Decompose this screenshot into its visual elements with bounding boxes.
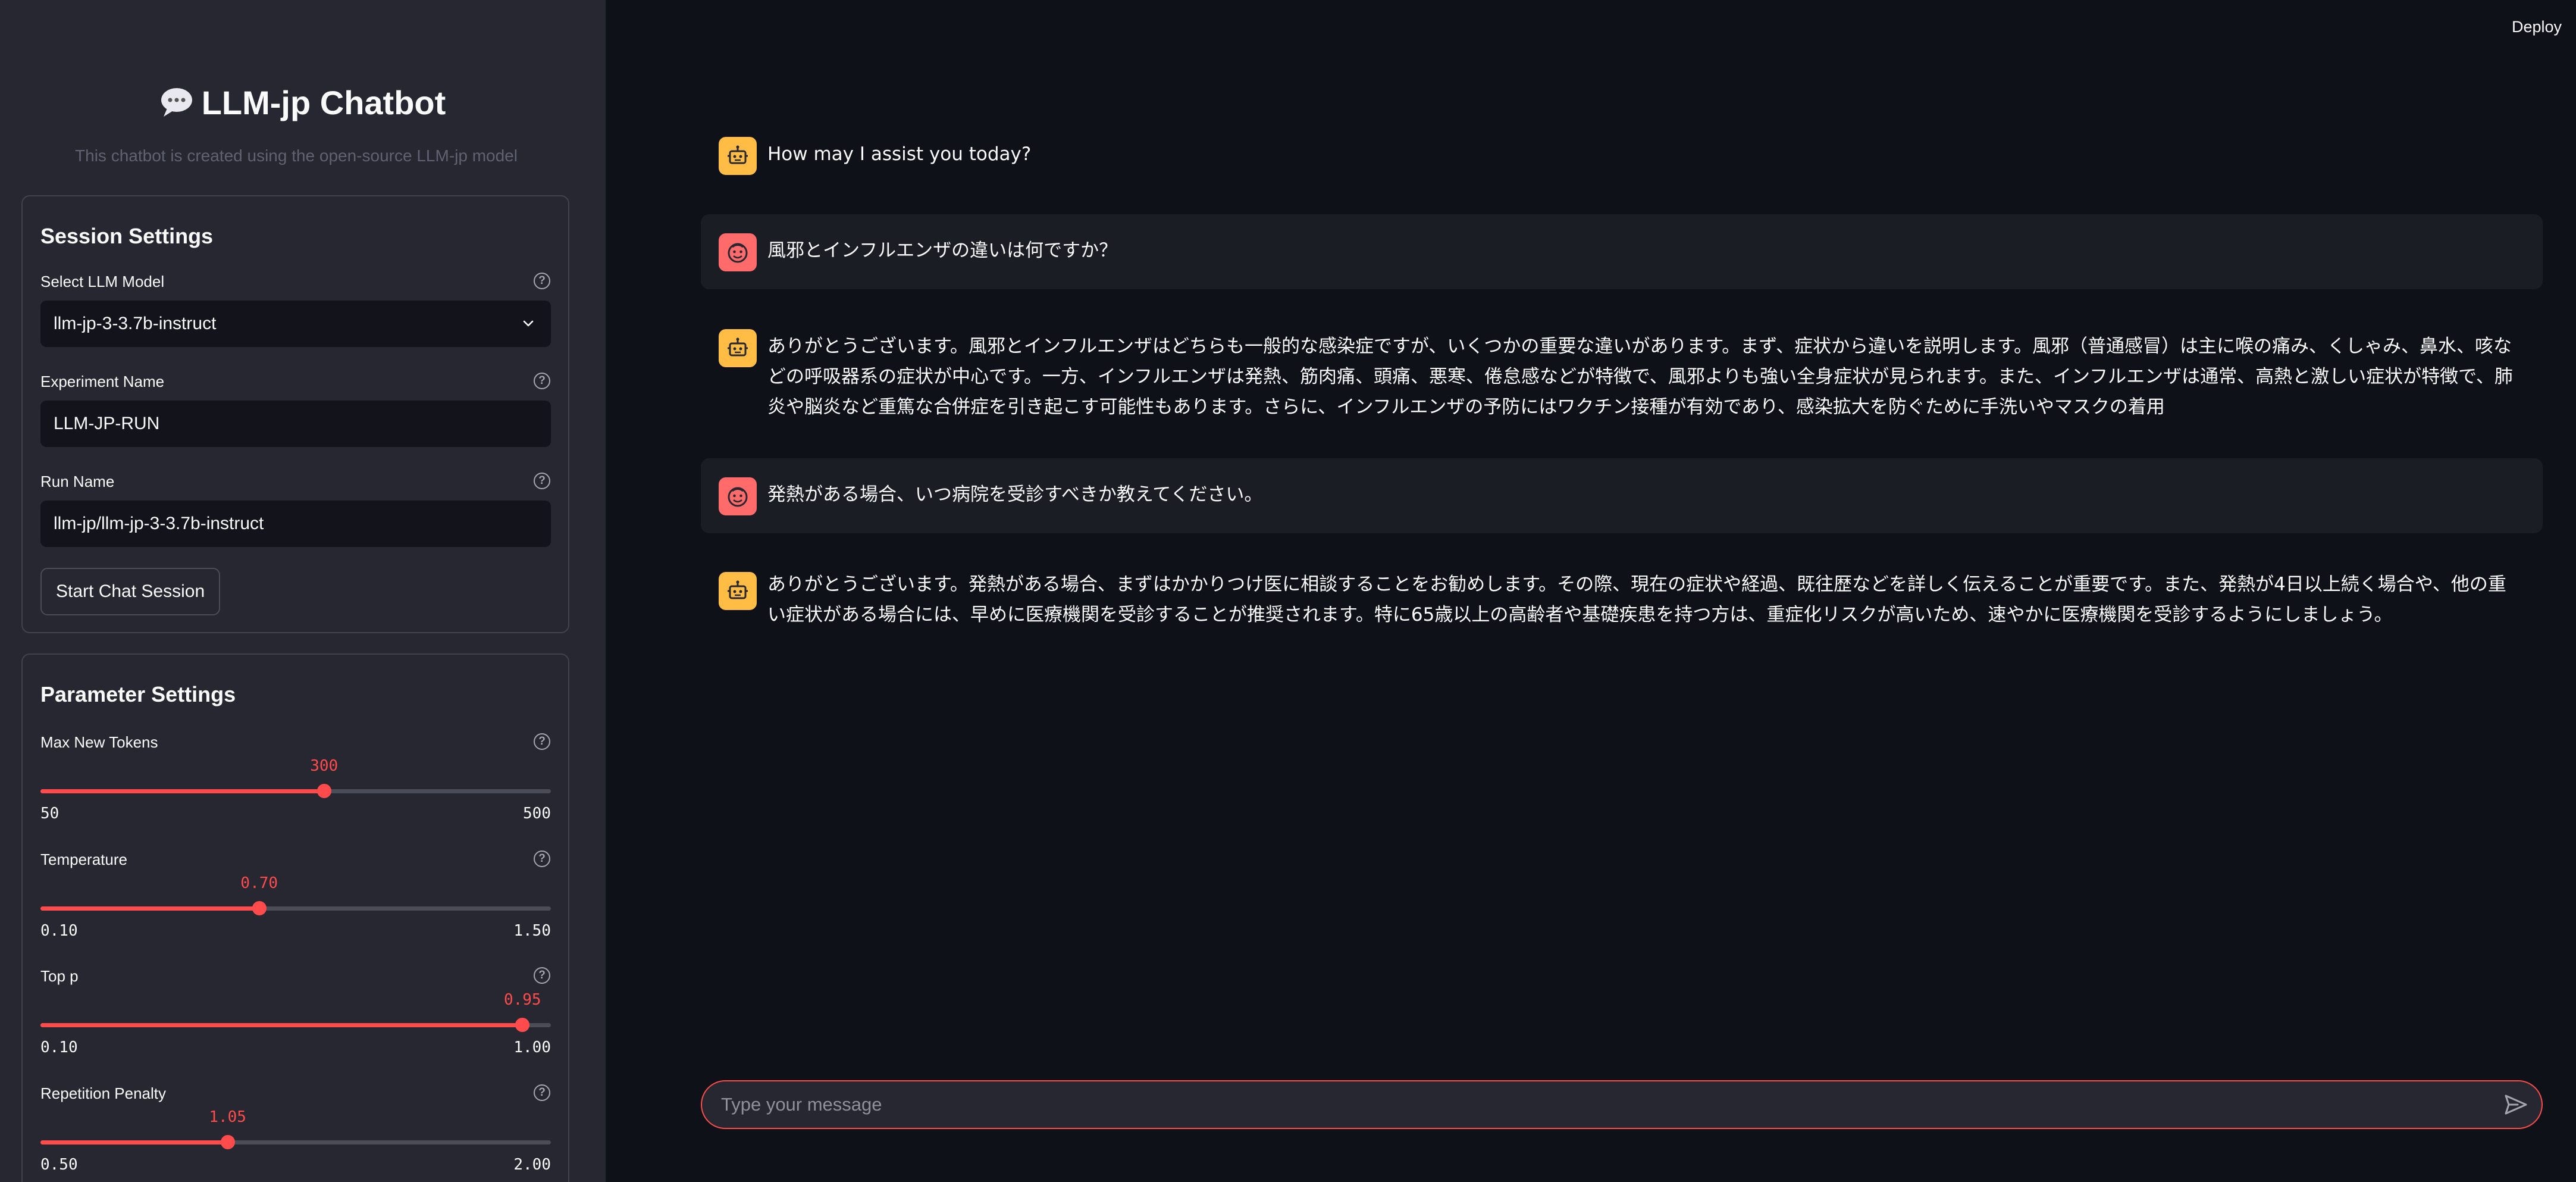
parameter-slider[interactable]: 0.70 0.10 1.50 — [40, 874, 551, 940]
message-text: 発熱がある場合、いつ病院を受診すべきか教えてください。 — [767, 484, 1263, 505]
slider-min: 0.10 — [40, 1039, 78, 1056]
assistant-message: ありがとうございます。発熱がある場合、まずはかかりつけ医に相談することをお勧めし… — [701, 562, 2543, 639]
start-chat-session-button[interactable]: Start Chat Session — [40, 568, 221, 615]
parameter-settings-heading: Parameter Settings — [40, 682, 236, 706]
slider-min: 0.10 — [40, 922, 78, 940]
chat-input[interactable] — [721, 1081, 2476, 1127]
slider-thumb[interactable] — [515, 1018, 530, 1032]
session-settings-panel: Session Settings Select LLM Model ? llm-… — [21, 195, 569, 633]
model-select-value: llm-jp-3-3.7b-instruct — [54, 314, 217, 333]
session-settings-heading: Session Settings — [40, 224, 214, 248]
slider-thumb[interactable] — [220, 1135, 235, 1149]
run-name-label: Run Name — [40, 473, 115, 490]
parameter-slider[interactable]: 1.05 0.50 2.00 — [40, 1108, 551, 1174]
run-name-field[interactable]: llm-jp/llm-jp-3-3.7b-instruct — [40, 501, 551, 547]
parameter-slider[interactable]: 0.95 0.10 1.00 — [40, 991, 551, 1056]
user-message: 発熱がある場合、いつ病院を受診すべきか教えてください。 — [701, 458, 2543, 533]
experiment-name-field[interactable]: LLM-JP-RUN — [40, 401, 551, 447]
slider-label: Temperature — [40, 850, 127, 868]
slider-fill — [40, 789, 324, 793]
assistant-avatar — [719, 329, 757, 367]
assistant-avatar — [719, 137, 757, 175]
speech-bubble-icon — [160, 87, 193, 126]
chevron-down-icon — [523, 320, 534, 327]
app-title: LLM-jp Chatbot — [201, 84, 446, 121]
help-icon[interactable]: ? — [534, 473, 550, 489]
slider-max: 1.00 — [513, 1039, 551, 1056]
slider-thumb[interactable] — [316, 784, 331, 798]
chat-input-box[interactable] — [701, 1080, 2543, 1129]
slider-label: Max New Tokens — [40, 733, 158, 751]
help-icon[interactable]: ? — [534, 1084, 550, 1101]
user-avatar — [719, 477, 757, 515]
app-title-row: LLM-jp Chatbot — [0, 83, 606, 126]
message-text: ありがとうございます。風邪とインフルエンザはどちらも一般的な感染症ですが、いくつ… — [767, 336, 2513, 418]
slider-label: Repetition Penalty — [40, 1084, 167, 1102]
sidebar: LLM-jp Chatbot This chatbot is created u… — [0, 0, 606, 1182]
model-select[interactable]: llm-jp-3-3.7b-instruct — [40, 301, 551, 347]
deploy-button[interactable]: Deploy — [2512, 18, 2562, 36]
help-icon[interactable]: ? — [534, 273, 550, 289]
slider-value: 0.70 — [240, 874, 278, 892]
send-icon[interactable] — [2503, 1092, 2528, 1117]
slider-fill — [40, 1140, 228, 1145]
message-text: 風邪とインフルエンザの違いは何ですか？ — [767, 240, 1118, 261]
help-icon[interactable]: ? — [534, 733, 550, 750]
slider-label: Top p — [40, 967, 79, 985]
app-caption: This chatbot is created using the open-s… — [75, 146, 518, 165]
slider-fill — [40, 1023, 523, 1027]
assistant-message: How may I assist you today? — [701, 125, 2543, 185]
experiment-name-label: Experiment Name — [40, 373, 165, 390]
slider-min: 50 — [40, 805, 59, 823]
user-message: 風邪とインフルエンザの違いは何ですか？ — [701, 214, 2543, 289]
slider-value: 1.05 — [209, 1108, 246, 1126]
assistant-message: ありがとうございます。風邪とインフルエンザはどちらも一般的な感染症ですが、いくつ… — [701, 319, 2543, 456]
slider-min: 0.50 — [40, 1156, 78, 1174]
help-icon[interactable]: ? — [534, 967, 550, 984]
slider-value: 0.95 — [503, 991, 541, 1009]
user-avatar — [719, 233, 757, 271]
message-text: ありがとうございます。発熱がある場合、まずはかかりつけ医に相談することをお勧めし… — [767, 574, 2506, 626]
slider-max: 1.50 — [513, 922, 551, 940]
slider-max: 500 — [523, 805, 551, 823]
parameter-settings-panel: Parameter Settings Max New Tokens? 300 50 5… — [21, 653, 569, 1182]
message-text: How may I assist you today? — [767, 143, 1032, 165]
slider-thumb[interactable] — [252, 901, 267, 915]
assistant-avatar — [719, 572, 757, 610]
parameter-slider[interactable]: 300 50 500 — [40, 757, 551, 823]
model-select-label: Select LLM Model — [40, 273, 165, 290]
help-icon[interactable]: ? — [534, 373, 550, 389]
slider-value: 300 — [310, 757, 339, 775]
help-icon[interactable]: ? — [534, 850, 550, 867]
slider-max: 2.00 — [513, 1156, 551, 1174]
slider-fill — [40, 906, 259, 911]
